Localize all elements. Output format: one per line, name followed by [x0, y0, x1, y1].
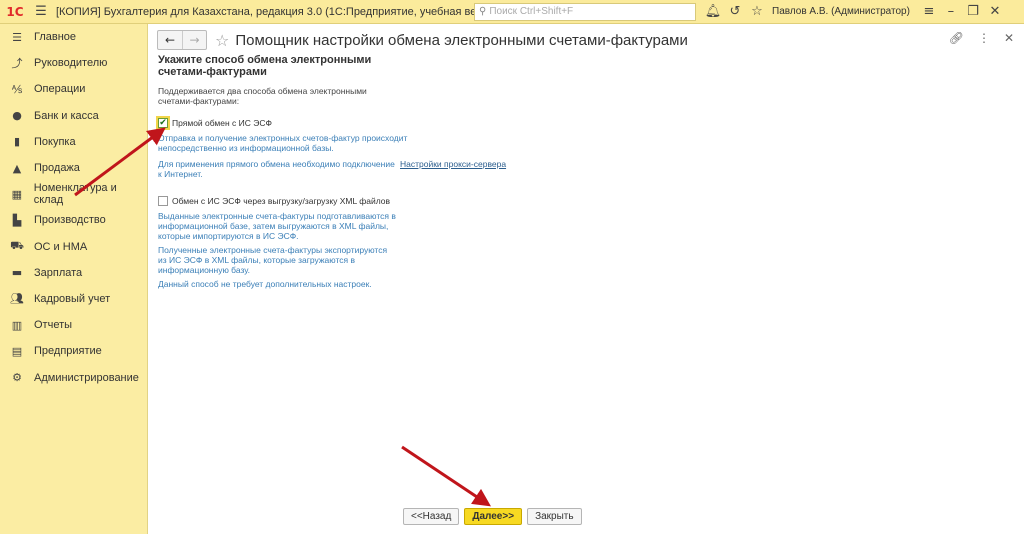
section-heading: Укажите способ обмена электронными счета…: [158, 54, 372, 78]
sidebar-item-label: Продажа: [34, 162, 80, 175]
gear-icon: ⚙: [12, 371, 22, 385]
sidebar-item-sales[interactable]: ▲ Продажа: [0, 155, 147, 181]
sidebar-item-hr[interactable]: 👥︎ Кадровый учет: [0, 286, 147, 312]
sidebar-item-manager[interactable]: ⤴ Руководителю: [0, 50, 147, 76]
search-icon: ⚲: [479, 6, 487, 17]
xml-exchange-label[interactable]: Обмен с ИС ЭСФ через выгрузку/загрузку X…: [172, 196, 390, 206]
xml-exchange-checkbox[interactable]: [158, 196, 168, 206]
back-arrow-icon[interactable]: ←: [158, 31, 182, 49]
proxy-settings-link[interactable]: Настройки прокси-сервера: [400, 159, 506, 169]
sidebar-item-label: Банк и касса: [34, 109, 99, 122]
sale-icon: ▲: [12, 161, 22, 175]
xml-exchange-desc-1: Выданные электронные счета-фактуры подго…: [158, 211, 396, 241]
sidebar-item-label: Руководителю: [34, 57, 108, 70]
direct-exchange-label[interactable]: Прямой обмен с ИС ЭСФ: [172, 118, 272, 128]
sidebar-item-label: ОС и НМА: [34, 240, 88, 253]
close-window-icon[interactable]: ✕: [984, 0, 1006, 24]
direct-exchange-note: Для применения прямого обмена необходимо…: [158, 159, 395, 179]
sidebar: ☰ Главное ⤴ Руководителю ⅍ Операции ● Банк и…: [0, 24, 148, 534]
header-actions: 🔗︎ ⋮ ✕: [949, 31, 1014, 45]
warehouse-icon: ▦: [11, 187, 23, 201]
hamburger-icon[interactable]: ☰: [30, 0, 52, 24]
link-icon[interactable]: 🔗︎: [949, 31, 964, 45]
window-title: [КОПИЯ] Бухгалтерия для Казахстана, реда…: [56, 5, 474, 18]
sidebar-item-label: Администрирование: [34, 371, 139, 384]
truck-icon: ⛟: [10, 239, 24, 253]
sidebar-item-label: Покупка: [34, 135, 76, 148]
cart-icon: ▮: [13, 135, 21, 149]
direct-exchange-note-row: Для применения прямого обмена необходимо…: [158, 159, 578, 179]
app-logo: 1С: [6, 4, 24, 19]
xml-exchange-desc-2: Полученные электронные счета-фактуры экс…: [158, 245, 388, 275]
sidebar-item-admin[interactable]: ⚙ Администрирование: [0, 364, 147, 390]
factory-icon: ▙: [12, 213, 22, 227]
sidebar-item-label: Главное: [34, 31, 77, 44]
sidebar-item-purchase[interactable]: ▮ Покупка: [0, 129, 147, 155]
more-icon[interactable]: ⋮: [978, 31, 990, 45]
settings-menu-icon[interactable]: ≡: [918, 0, 940, 24]
titlebar: 1С ☰ [КОПИЯ] Бухгалтерия для Казахстана,…: [0, 0, 1024, 24]
sidebar-item-label: Производство: [34, 214, 106, 227]
sidebar-item-warehouse[interactable]: ▦ Номенклатура и склад: [0, 181, 147, 207]
sidebar-item-label: Кадровый учет: [34, 292, 111, 305]
operations-icon: ⅍: [11, 82, 23, 96]
favorites-star-icon[interactable]: ☆: [746, 0, 768, 24]
sidebar-item-label: Отчеты: [34, 319, 73, 332]
page-title: Помощник настройки обмена электронными с…: [235, 31, 688, 49]
chart-icon: ⤴: [11, 57, 23, 71]
salary-icon: ▬: [11, 266, 23, 280]
search-placeholder: Поиск Ctrl+Shift+F: [489, 6, 574, 17]
history-icon[interactable]: ↺: [724, 0, 746, 24]
xml-exchange-desc-3: Данный способ не требует дополнительных …: [158, 279, 372, 289]
restore-icon[interactable]: ❐: [962, 0, 984, 24]
close-button[interactable]: Закрыть: [527, 508, 582, 525]
people-icon: 👥︎: [10, 292, 24, 306]
sidebar-item-salary[interactable]: ▬ Зарплата: [0, 260, 147, 286]
sidebar-item-label: Предприятие: [34, 345, 102, 358]
sidebar-item-operations[interactable]: ⅍ Операции: [0, 76, 147, 102]
sidebar-item-reports[interactable]: ▥ Отчеты: [0, 312, 147, 338]
sidebar-item-label: Номенклатура и склад: [33, 182, 117, 207]
sidebar-item-bank[interactable]: ● Банк и касса: [0, 103, 147, 129]
menu-icon: ☰: [12, 30, 22, 44]
bank-icon: ●: [12, 109, 22, 123]
next-button[interactable]: Далее>>: [464, 508, 523, 525]
back-button[interactable]: <<Назад: [403, 508, 460, 525]
form-content: Укажите способ обмена электронными счета…: [158, 54, 578, 289]
close-form-icon[interactable]: ✕: [1004, 31, 1014, 45]
main-area: ← → ☆ Помощник настройки обмена электрон…: [149, 24, 1024, 534]
user-name[interactable]: Павлов А.В. (Администратор): [772, 6, 910, 17]
history-nav: ← →: [157, 30, 207, 50]
sidebar-item-main[interactable]: ☰ Главное: [0, 24, 147, 50]
sidebar-item-assets[interactable]: ⛟ ОС и НМА: [0, 234, 147, 260]
option-xml-exchange[interactable]: Обмен с ИС ЭСФ через выгрузку/загрузку X…: [158, 196, 578, 206]
sidebar-item-production[interactable]: ▙ Производство: [0, 207, 147, 233]
forward-arrow-icon[interactable]: →: [182, 31, 206, 49]
bell-icon[interactable]: 🔔︎: [702, 0, 724, 24]
sidebar-item-label: Операции: [34, 83, 86, 96]
direct-exchange-checkbox[interactable]: ✔: [158, 118, 168, 128]
form-header: ← → ☆ Помощник настройки обмена электрон…: [157, 30, 688, 50]
sidebar-item-label: Зарплата: [34, 266, 83, 279]
reports-icon: ▥: [11, 318, 23, 332]
wizard-footer: <<Назад Далее>> Закрыть: [403, 508, 582, 525]
option-direct-exchange[interactable]: ✔ Прямой обмен с ИС ЭСФ: [158, 118, 578, 128]
sidebar-item-enterprise[interactable]: ▤ Предприятие: [0, 338, 147, 364]
favorite-star-icon[interactable]: ☆: [215, 31, 229, 50]
enterprise-icon: ▤: [11, 344, 23, 358]
direct-exchange-desc: Отправка и получение электронных счетов-…: [158, 133, 408, 153]
search-input[interactable]: ⚲ Поиск Ctrl+Shift+F: [474, 2, 696, 21]
minimize-icon[interactable]: –: [940, 0, 962, 24]
intro-text: Поддерживается два способа обмена электр…: [158, 86, 367, 106]
